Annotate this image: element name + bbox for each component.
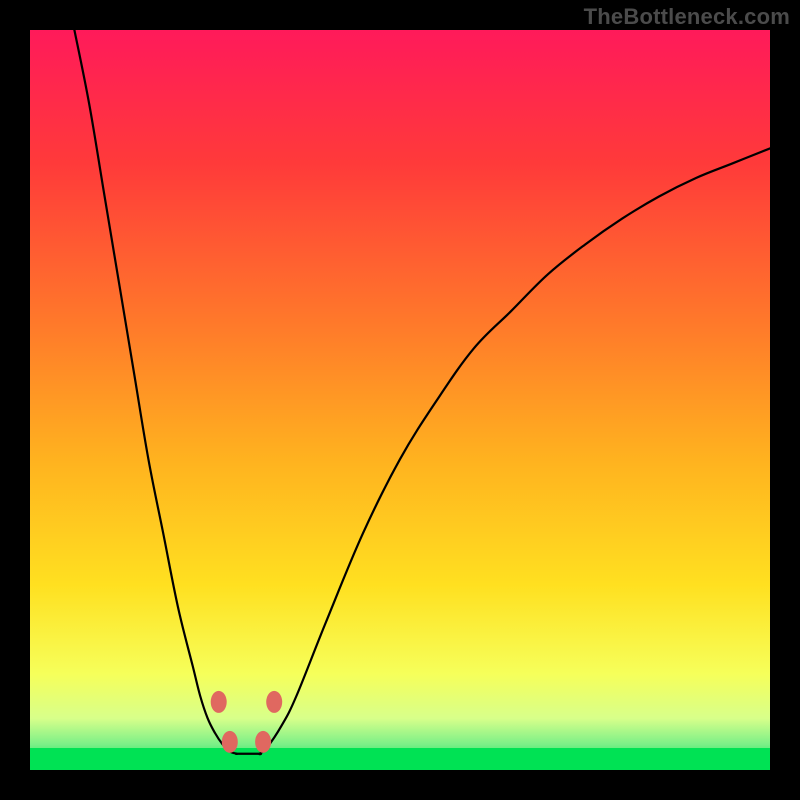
chart-frame: TheBottleneck.com	[0, 0, 800, 800]
curve-layer	[30, 30, 770, 770]
watermark-text: TheBottleneck.com	[584, 4, 790, 30]
curve-marker	[266, 691, 282, 713]
bottleneck-curve	[74, 30, 770, 754]
curve-marker	[255, 731, 271, 753]
curve-marker	[211, 691, 227, 713]
plot-area	[30, 30, 770, 770]
curve-marker	[222, 731, 238, 753]
